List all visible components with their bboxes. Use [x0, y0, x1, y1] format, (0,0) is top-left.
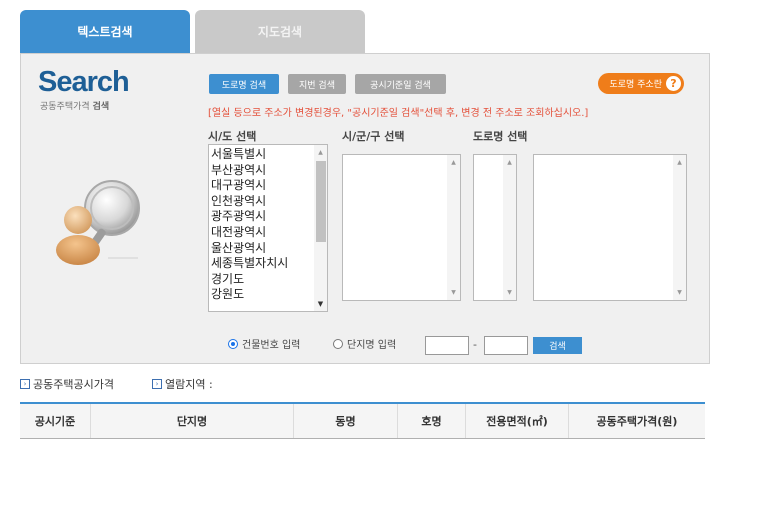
- view-area-label: 열람지역 :: [165, 378, 213, 391]
- sido-option[interactable]: 강원도: [211, 287, 288, 303]
- road-name-search-button[interactable]: 도로명 검색: [209, 74, 279, 94]
- scroll-up-icon[interactable]: ▲: [314, 146, 327, 159]
- results-table-header: 공시기준 단지명 동명 호명 전용면적(㎡) 공동주택가격(원): [20, 402, 705, 439]
- price-info-label: 공동주택공시가격: [33, 378, 114, 391]
- help-icon: ?: [666, 76, 681, 91]
- lot-number-search-button[interactable]: 지번 검색: [288, 74, 346, 94]
- col-ho: 호명: [397, 404, 465, 438]
- col-complex-name: 단지명: [90, 404, 293, 438]
- sido-option[interactable]: 세종특별자치시: [211, 256, 288, 272]
- search-logo-title: Search: [38, 66, 130, 98]
- logo-sub-bold: 검색: [92, 102, 110, 112]
- sido-option[interactable]: 부산광역시: [211, 163, 288, 179]
- sido-option[interactable]: 대전광역시: [211, 225, 288, 241]
- sido-option[interactable]: 대구광역시: [211, 178, 288, 194]
- sido-scrollbar[interactable]: ▲ ▼: [314, 145, 327, 311]
- radio-unchecked-icon[interactable]: [333, 338, 343, 349]
- building-sub-number-input[interactable]: [484, 336, 528, 355]
- scroll-down-icon[interactable]: ▼: [503, 286, 516, 299]
- col-dong: 동명: [293, 404, 397, 438]
- logo-sub-prefix: 공동주택가격: [40, 102, 90, 112]
- scroll-up-icon[interactable]: ▲: [447, 156, 460, 169]
- building-main-number-input[interactable]: [425, 336, 469, 355]
- complex-name-radio[interactable]: 단지명 입력: [333, 336, 396, 351]
- notice-text: [열실 등으로 주소가 변경된경우, "공시기준일 검색"선택 후, 변경 전 …: [208, 108, 589, 119]
- notice-date-search-button[interactable]: 공시기준일 검색: [355, 74, 446, 94]
- price-info: › 공동주택공시가격: [20, 376, 114, 392]
- bullet-arrow-icon: ›: [152, 379, 162, 389]
- number-separator: -: [473, 338, 477, 351]
- sido-option[interactable]: 인천광역시: [211, 194, 288, 210]
- sigungu-listbox[interactable]: ▲ ▼: [342, 154, 461, 301]
- scroll-up-icon[interactable]: ▲: [503, 156, 516, 169]
- road-name-listbox[interactable]: ▲ ▼: [533, 154, 687, 301]
- sido-option[interactable]: 광주광역시: [211, 209, 288, 225]
- tab-map-search[interactable]: 지도검색: [195, 10, 365, 53]
- search-button[interactable]: 검색: [533, 337, 582, 354]
- bullet-arrow-icon: ›: [20, 379, 30, 389]
- sido-options: 서울특별시 부산광역시 대구광역시 인천광역시 광주광역시 대전광역시 울산광역…: [211, 147, 288, 303]
- sigungu-scrollbar[interactable]: ▲ ▼: [447, 155, 460, 300]
- sido-option[interactable]: 경기도: [211, 272, 288, 288]
- scroll-up-icon[interactable]: ▲: [673, 156, 686, 169]
- guide-label: 도로명 주소란: [609, 80, 662, 90]
- view-area-info: › 열람지역 :: [152, 376, 213, 392]
- sido-listbox[interactable]: 서울특별시 부산광역시 대구광역시 인천광역시 광주광역시 대전광역시 울산광역…: [208, 144, 328, 312]
- search-logo-subtitle: 공동주택가격 검색: [40, 99, 109, 112]
- road-name-scrollbar[interactable]: ▲ ▼: [673, 155, 686, 300]
- scroll-down-icon[interactable]: ▼: [314, 297, 327, 310]
- sido-option[interactable]: 울산광역시: [211, 241, 288, 257]
- tab-text-search[interactable]: 텍스트검색: [20, 10, 190, 53]
- road-initial-listbox[interactable]: ▲ ▼: [473, 154, 517, 301]
- col-price: 공동주택가격(원): [568, 404, 705, 438]
- road-address-guide-button[interactable]: 도로명 주소란 ?: [598, 73, 684, 94]
- person-search-icon: [56, 180, 140, 265]
- col-area: 전용면적(㎡): [465, 404, 568, 438]
- road-label: 도로명 선택: [473, 130, 528, 143]
- complex-name-label: 단지명 입력: [347, 340, 397, 351]
- building-number-radio[interactable]: 건물번호 입력: [228, 336, 300, 351]
- scroll-down-icon[interactable]: ▼: [447, 286, 460, 299]
- sigungu-label: 시/군/구 선택: [342, 130, 405, 143]
- sido-label: 시/도 선택: [208, 130, 257, 143]
- scroll-thumb[interactable]: [316, 161, 326, 242]
- building-number-label: 건물번호 입력: [242, 340, 301, 351]
- col-notice-base: 공시기준: [34, 415, 76, 428]
- sido-option[interactable]: 서울특별시: [211, 147, 288, 163]
- radio-checked-icon[interactable]: [228, 338, 238, 349]
- road-initial-scrollbar[interactable]: ▲ ▼: [503, 155, 516, 300]
- scroll-down-icon[interactable]: ▼: [673, 286, 686, 299]
